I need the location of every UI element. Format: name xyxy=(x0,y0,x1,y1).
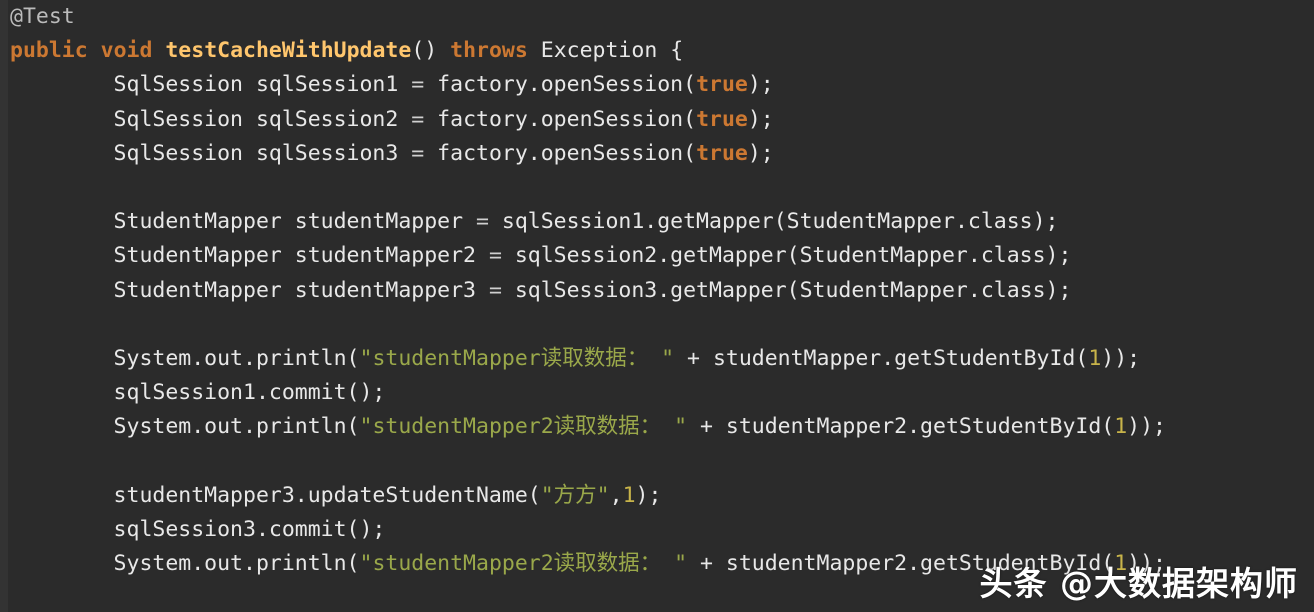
code-token-kw: true xyxy=(696,72,748,98)
code-line: sqlSession1.commit(); xyxy=(8,376,1314,410)
code-token-str: "studentMapper2读取数据： " xyxy=(359,414,688,440)
code-token-num: 1 xyxy=(622,482,636,508)
code-token-plain: StudentMapper studentMapper3 xyxy=(10,277,489,303)
code-token-num: 1 xyxy=(1088,345,1102,371)
code-token-plain: StudentMapper studentMapper2 xyxy=(10,243,489,269)
code-line: System.out.println("studentMapper2读取数据： … xyxy=(8,410,1314,444)
code-line: SqlSession sqlSession1 = factory.openSes… xyxy=(8,68,1314,102)
code-token-eq: = xyxy=(476,209,489,235)
code-token-plain: + studentMapper.getStudentById( xyxy=(674,345,1089,371)
code-line: @Test xyxy=(8,0,1314,34)
code-token-plain: ); xyxy=(747,72,774,98)
code-token-num: 1 xyxy=(1114,551,1128,576)
code-token-plain: , xyxy=(609,482,623,508)
code-token-plain: factory.openSession( xyxy=(424,72,697,98)
code-token-plain: sqlSession1.commit(); xyxy=(10,380,386,406)
code-token-kw: true xyxy=(696,106,748,132)
code-line: StudentMapper studentMapper3 = sqlSessio… xyxy=(8,274,1314,308)
code-token-eq: = xyxy=(411,106,425,132)
code-token-eq: = xyxy=(488,277,502,303)
code-line: StudentMapper studentMapper = sqlSession… xyxy=(8,205,1314,239)
code-token-plain: SqlSession sqlSession3 xyxy=(10,140,412,166)
editor-left-gutter-strip xyxy=(0,0,8,612)
code-token-plain: + studentMapper2.getStudentById( xyxy=(687,414,1115,440)
code-line: sqlSession3.commit(); xyxy=(8,513,1314,547)
code-line: studentMapper3.updateStudentName("方方",1)… xyxy=(8,479,1314,513)
code-token-eq: = xyxy=(411,140,425,166)
code-token-plain: )); xyxy=(1127,414,1167,440)
code-token-plain: () xyxy=(411,38,451,64)
code-token-num: 1 xyxy=(1114,414,1128,440)
code-token-kw: void xyxy=(100,38,153,64)
code-line: System.out.println("studentMapper读取数据： "… xyxy=(8,342,1314,376)
code-token-anno: @Test xyxy=(10,4,75,29)
code-line: public void testCacheWithUpdate() throws… xyxy=(8,34,1314,68)
code-token-plain: Exception { xyxy=(527,38,684,64)
code-token-plain: SqlSession sqlSession2 xyxy=(10,106,412,132)
code-token-plain: sqlSession2.getMapper(StudentMapper.clas… xyxy=(501,243,1072,269)
code-token-str: "方方" xyxy=(540,482,610,508)
code-token-plain: sqlSession1.getMapper(StudentMapper.clas… xyxy=(488,209,1059,235)
code-token-str: "studentMapper2读取数据： " xyxy=(359,551,688,576)
code-token-plain: System.out.println( xyxy=(10,414,360,440)
code-token-plain: factory.openSession( xyxy=(424,106,697,132)
code-token-plain: + studentMapper2.getStudentById( xyxy=(687,551,1115,576)
code-token-eq: = xyxy=(488,243,502,269)
code-token-plain: sqlSession3.commit(); xyxy=(10,516,386,542)
code-text-area[interactable]: @Test public void testCacheWithUpdate() t… xyxy=(8,0,1314,612)
code-token-plain: SqlSession sqlSession1 xyxy=(10,72,412,98)
code-token-plain: )); xyxy=(1101,345,1141,371)
code-token-plain: studentMapper3.updateStudentName( xyxy=(10,482,541,508)
code-token-plain: factory.openSession( xyxy=(424,140,697,166)
code-token-kw: true xyxy=(696,140,748,166)
code-token-eq: = xyxy=(411,72,425,98)
code-line: StudentMapper studentMapper2 = sqlSessio… xyxy=(8,239,1314,273)
code-line: SqlSession sqlSession2 = factory.openSes… xyxy=(8,103,1314,137)
code-token-plain: System.out.println( xyxy=(10,345,360,371)
code-line: SqlSession sqlSession3 = factory.openSes… xyxy=(8,137,1314,171)
code-token-str: "studentMapper读取数据： " xyxy=(359,345,675,371)
code-token-plain: StudentMapper studentMapper xyxy=(10,209,476,235)
code-token-plain: ); xyxy=(635,482,662,508)
code-line: System.out.println("studentMapper2读取数据： … xyxy=(8,547,1314,581)
code-token-kw: throws xyxy=(450,38,528,64)
code-token-plain: System.out.println( xyxy=(10,551,360,576)
code-token-plain: sqlSession3.getMapper(StudentMapper.clas… xyxy=(501,277,1072,303)
code-editor-screenshot: @Test public void testCacheWithUpdate() t… xyxy=(0,0,1314,612)
code-token-method: testCacheWithUpdate xyxy=(165,38,412,64)
code-token-plain: )); xyxy=(1127,551,1167,576)
code-token-plain: ); xyxy=(747,106,774,132)
code-token-plain: ); xyxy=(747,140,774,166)
code-token-kw: public xyxy=(10,38,88,64)
